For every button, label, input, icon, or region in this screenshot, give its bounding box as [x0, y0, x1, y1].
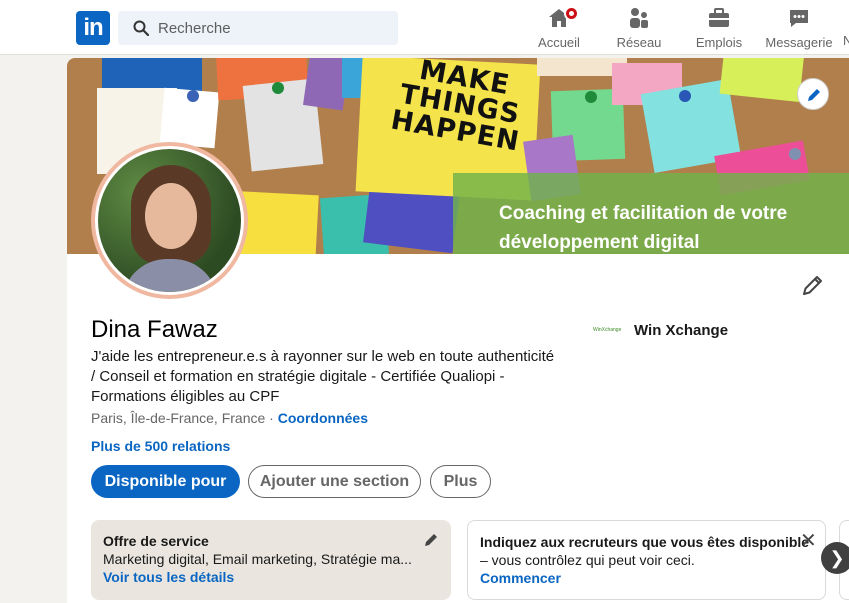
contact-info-link[interactable]: Coordonnées — [278, 410, 368, 426]
service-offer-title: Offre de service — [103, 533, 209, 549]
nav-item-truncated[interactable]: N — [843, 33, 849, 48]
profile-headline: J'aide les entrepreneur.e.s à rayonner s… — [91, 348, 555, 405]
notification-badge — [564, 6, 579, 21]
profile-card: MAKE THINGS HAPPEN Coaching et facilitat… — [67, 58, 849, 603]
briefcase-icon — [679, 6, 759, 30]
nav-label: Réseau — [616, 35, 662, 50]
top-nav: in Accueil Réseau Emplois Messagerie N — [0, 0, 849, 55]
home-icon — [519, 6, 599, 30]
close-icon[interactable]: ✕ — [800, 531, 817, 551]
connections-link[interactable]: Plus de 500 relations — [91, 438, 230, 454]
service-offer-card: Offre de service Marketing digital, Emai… — [91, 520, 451, 600]
nav-item-jobs[interactable]: Emplois — [679, 6, 759, 52]
location-separator: · — [265, 410, 278, 426]
pushpin — [187, 90, 199, 102]
nav-item-home[interactable]: Accueil — [519, 6, 599, 52]
recruiter-card-title: Indiquez aux recruteurs que vous êtes di… — [480, 534, 810, 550]
pencil-icon — [803, 276, 822, 295]
edit-service-button[interactable] — [423, 532, 439, 553]
search-input[interactable] — [158, 11, 388, 45]
more-button[interactable]: Plus — [430, 465, 491, 498]
location-text: Paris, Île-de-France, France — [91, 410, 266, 426]
open-to-button[interactable]: Disponible pour — [91, 465, 240, 498]
nav-item-messaging[interactable]: Messagerie — [759, 6, 839, 52]
nav-label: Messagerie — [765, 35, 833, 50]
search-icon — [133, 20, 150, 41]
company-name: Win Xchange — [634, 322, 729, 339]
recruiter-card-description: – vous contrôlez qui peut voir ceci. — [480, 552, 695, 568]
pencil-icon — [808, 89, 820, 101]
recruiter-card: Indiquez aux recruteurs que vous êtes di… — [467, 520, 826, 600]
profile-photo-image — [98, 149, 241, 292]
profile-photo[interactable] — [91, 142, 248, 299]
pushpin — [585, 91, 597, 103]
company-logo: WinXchange — [593, 327, 622, 333]
pushpin — [789, 148, 801, 160]
pushpin — [679, 90, 691, 102]
service-details-link[interactable]: Voir tous les détails — [103, 569, 439, 585]
add-section-button[interactable]: Ajouter une section — [248, 465, 421, 498]
pushpin — [272, 82, 284, 94]
banner-note — [719, 58, 805, 103]
carousel-next-button[interactable]: ❯ — [821, 542, 849, 574]
nav-label: Accueil — [538, 35, 580, 50]
edit-banner-button[interactable] — [797, 78, 829, 110]
banner-tagline: Coaching et facilitation de votre dévelo… — [499, 203, 788, 253]
linkedin-logo[interactable]: in — [76, 11, 110, 45]
search-box[interactable] — [118, 11, 398, 45]
profile-location: Paris, Île-de-France, France · Coordonné… — [91, 410, 368, 426]
nav-item-network[interactable]: Réseau — [599, 6, 679, 52]
network-icon — [599, 6, 679, 30]
profile-name: Dina Fawaz — [91, 316, 218, 343]
nav-label: Emplois — [695, 35, 743, 50]
service-offer-description: Marketing digital, Email marketing, Stra… — [103, 551, 412, 567]
pencil-icon — [425, 534, 437, 546]
edit-profile-button[interactable] — [801, 273, 825, 302]
get-started-link[interactable]: Commencer — [480, 570, 813, 586]
messaging-icon — [759, 6, 839, 30]
